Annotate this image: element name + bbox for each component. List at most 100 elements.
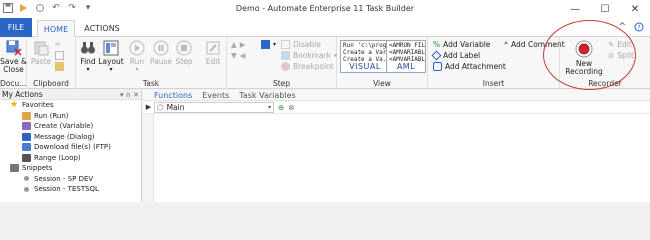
tab-actions[interactable]: ACTIONS bbox=[80, 20, 124, 37]
arrow-down-icon: ▼ bbox=[231, 51, 237, 60]
run-button[interactable]: Run ▾ bbox=[126, 40, 148, 74]
tree-item[interactable]: ★ Favorites bbox=[0, 100, 141, 111]
view-aml-button[interactable]: <AMRUN FIL <AMVARIABL <AMVARIABL AML bbox=[386, 40, 426, 73]
group-label-clipboard: Clipboard bbox=[33, 79, 69, 88]
tree-item[interactable]: Snippets bbox=[0, 163, 141, 174]
tab-events[interactable]: Events bbox=[202, 91, 229, 100]
bookmark-button[interactable]: Bookmark ▾ bbox=[281, 51, 337, 60]
group-label-view: View bbox=[373, 79, 391, 88]
editor-gutter bbox=[143, 114, 154, 202]
tree-item-label: Favorites bbox=[22, 101, 54, 110]
add-label-button[interactable]: Add Label bbox=[431, 50, 480, 61]
find-button[interactable]: Find ▾ bbox=[78, 40, 98, 74]
cut-icon: ✂ bbox=[55, 40, 62, 49]
tree-item-label: Session - TESTSQL bbox=[34, 185, 99, 194]
window-controls: — ☐ ✕ bbox=[560, 0, 650, 18]
view-visual-button[interactable]: Run 'c:\progr Create a Vari Create a Va.… bbox=[340, 40, 390, 73]
session-icon bbox=[24, 176, 29, 182]
play-icon bbox=[129, 40, 145, 56]
function-select[interactable]: ⬡ Main ▾ bbox=[154, 101, 274, 113]
run-function-icon[interactable]: ▶ bbox=[143, 103, 154, 111]
actions-tree: ★ Favorites Run (Run) Create (Variable) Mess… bbox=[0, 100, 141, 195]
cut-button[interactable]: ✂ bbox=[55, 40, 64, 49]
tree-item-label: Download file(s) (FTP) bbox=[34, 143, 111, 152]
format-painter-icon bbox=[55, 62, 64, 71]
add-attachment-button[interactable]: Add Attachment bbox=[433, 62, 506, 71]
variable-icon bbox=[22, 122, 31, 131]
paste-icon bbox=[34, 41, 49, 56]
move-down-button[interactable]: ▼ ◀ bbox=[231, 51, 246, 60]
variable-icon: % bbox=[433, 40, 441, 49]
breakpoint-icon bbox=[281, 62, 290, 71]
tab-functions[interactable]: Functions bbox=[154, 91, 192, 100]
disable-icon bbox=[281, 40, 290, 49]
run-icon bbox=[22, 111, 31, 120]
group-label-insert: Insert bbox=[482, 79, 505, 88]
group-task: Find ▾ Layout ▾ Run ▾ Pause Step Edit Ta… bbox=[76, 37, 227, 89]
add-variable-button[interactable]: % Add Variable bbox=[433, 40, 490, 49]
paste-button[interactable]: Paste bbox=[30, 40, 52, 66]
tree-item[interactable]: Range (Loop) bbox=[0, 153, 141, 164]
pause-button[interactable]: Pause bbox=[150, 40, 172, 66]
save-close-button[interactable]: Save & Close bbox=[0, 40, 27, 74]
chevron-down-icon: ▾ bbox=[267, 103, 271, 111]
maximize-button[interactable]: ☐ bbox=[590, 0, 620, 18]
step-options-button[interactable]: ▾ bbox=[261, 40, 276, 49]
group-view: Run 'c:\progr Create a Vari Create a Va.… bbox=[337, 37, 428, 89]
comment-icon: ❝ bbox=[504, 40, 509, 49]
breakpoint-button[interactable]: Breakpoint bbox=[281, 62, 334, 71]
step-options-icon bbox=[261, 40, 270, 49]
layout-button[interactable]: Layout ▾ bbox=[98, 40, 124, 74]
stop-icon bbox=[176, 40, 192, 56]
pause-icon bbox=[153, 40, 169, 56]
tab-file[interactable]: FILE bbox=[0, 18, 32, 37]
tab-task-variables[interactable]: Task Variables bbox=[239, 91, 295, 100]
close-button[interactable]: ✕ bbox=[620, 0, 650, 18]
arrow-up-icon: ▲ bbox=[231, 40, 237, 49]
editor-tabs: Functions Events Task Variables bbox=[143, 90, 650, 101]
minimize-button[interactable]: — bbox=[560, 0, 590, 18]
tab-home[interactable]: HOME bbox=[37, 20, 75, 37]
attachment-icon bbox=[433, 62, 442, 71]
format-button[interactable] bbox=[55, 62, 64, 71]
help-icon[interactable]: ? bbox=[634, 22, 644, 35]
group-label-step: Step bbox=[272, 79, 291, 88]
title-bar: ↶ ↷ ▾ Demo - Automate Enterprise 11 Task… bbox=[0, 0, 650, 18]
tree-item-label: Snippets bbox=[22, 164, 53, 173]
disable-button[interactable]: Disable bbox=[281, 40, 321, 49]
tree-item-label: Range (Loop) bbox=[34, 153, 81, 162]
svg-text:?: ? bbox=[637, 25, 640, 32]
bookmark-icon bbox=[281, 51, 290, 60]
tree-item[interactable]: Run (Run) bbox=[0, 111, 141, 122]
add-function-icon[interactable]: ⊕ bbox=[278, 103, 284, 112]
tree-item-label: Run (Run) bbox=[34, 111, 69, 120]
remove-function-icon[interactable]: ⊗ bbox=[288, 103, 294, 112]
panel-controls[interactable]: ▾ ∩ ✕ bbox=[120, 91, 141, 99]
arrow-left-icon: ◀ bbox=[239, 51, 246, 60]
panel-title: My Actions bbox=[2, 90, 43, 99]
snippets-icon bbox=[10, 164, 19, 173]
tree-item[interactable]: Download file(s) (FTP) bbox=[0, 142, 141, 153]
tree-item-label: Create (Variable) bbox=[34, 122, 94, 131]
edit-task-button[interactable]: Edit bbox=[202, 40, 224, 66]
copy-icon bbox=[55, 51, 64, 60]
tree-item[interactable]: Create (Variable) bbox=[0, 121, 141, 132]
copy-button[interactable] bbox=[55, 51, 64, 60]
group-insert: % Add Variable Add Label Add Attachment … bbox=[428, 37, 565, 89]
binoculars-icon bbox=[81, 42, 95, 54]
label-icon bbox=[431, 50, 442, 61]
tree-item-label: Message (Dialog) bbox=[34, 132, 95, 141]
ftp-icon bbox=[22, 143, 31, 152]
function-icon: ⬡ bbox=[157, 102, 164, 112]
step-button[interactable]: Step bbox=[173, 40, 195, 66]
move-up-button[interactable]: ▲ ▶ bbox=[231, 40, 246, 49]
tree-item[interactable]: Message (Dialog) bbox=[0, 132, 141, 143]
group-step: ▲ ▶ ▼ ◀ ▾ Disable Bookmark ▾ Breakpoint St… bbox=[227, 37, 337, 89]
tree-item[interactable]: Session - SP DEV bbox=[0, 174, 141, 185]
group-label-task: Task bbox=[142, 79, 160, 88]
arrow-right-icon: ▶ bbox=[239, 40, 246, 49]
editor-area: Functions Events Task Variables ▶ ⬡ Main… bbox=[143, 90, 650, 202]
star-icon: ★ bbox=[10, 100, 19, 111]
panel-header: My Actions ▾ ∩ ✕ bbox=[0, 90, 141, 100]
tree-item[interactable]: Session - TESTSQL bbox=[0, 184, 141, 195]
